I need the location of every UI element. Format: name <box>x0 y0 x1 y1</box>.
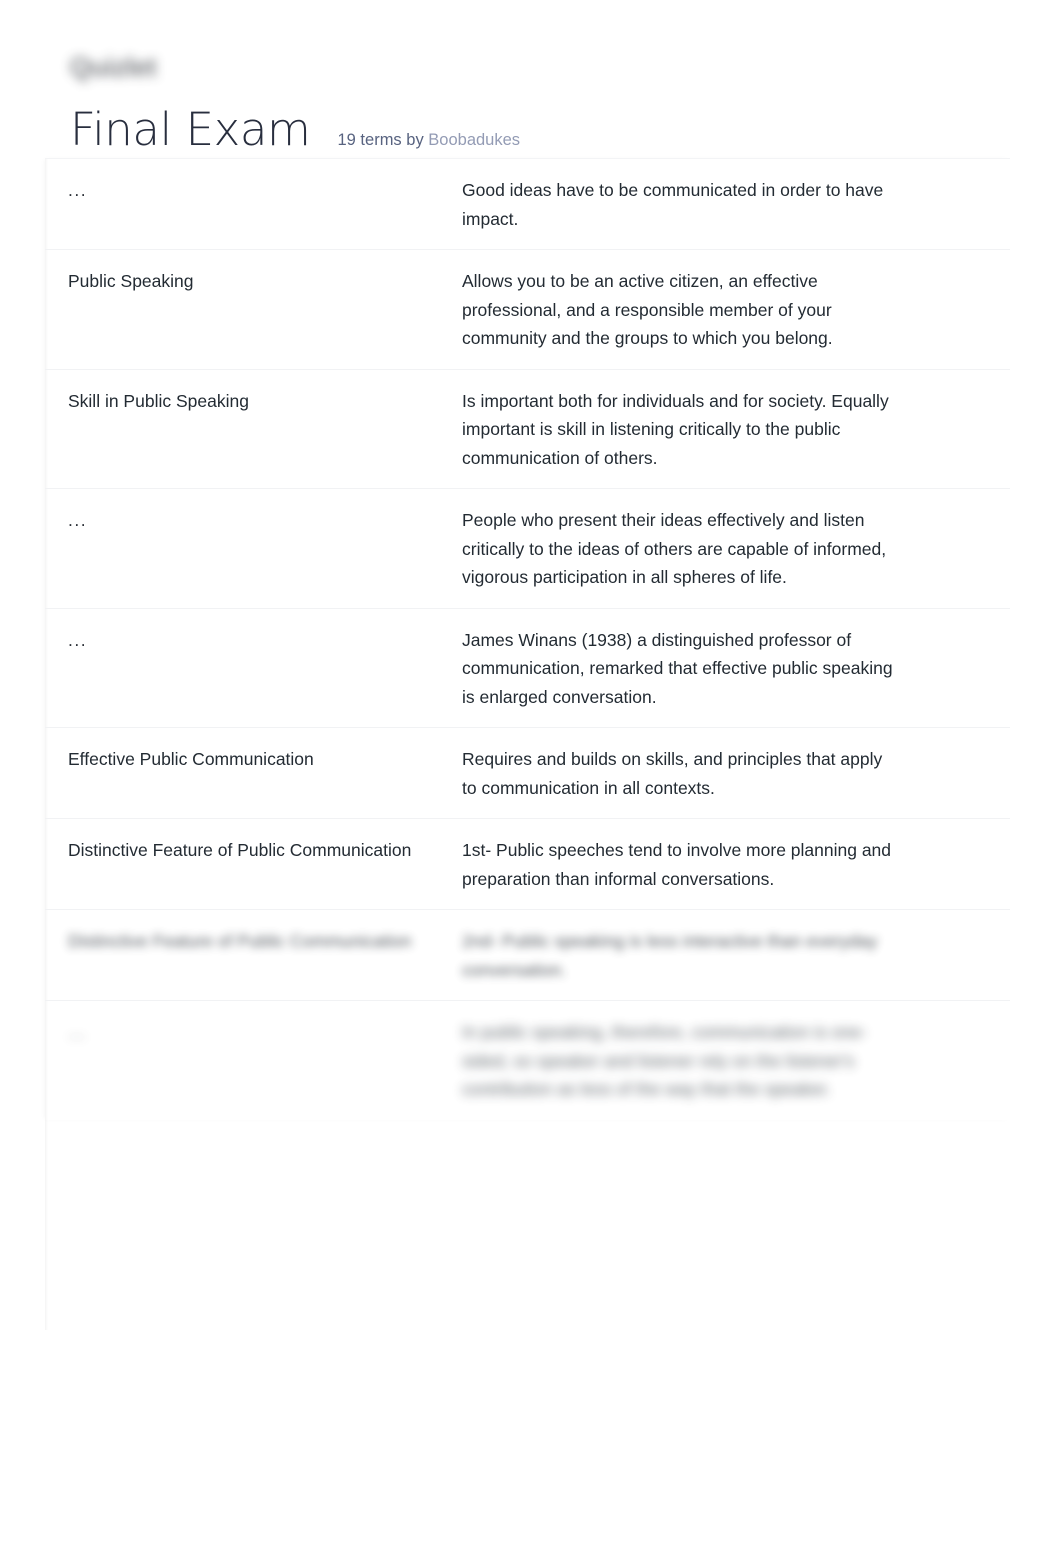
table-row[interactable]: ... People who present their ideas effect… <box>45 488 1010 608</box>
table-row[interactable]: Skill in Public Speaking Is important bot… <box>45 368 1010 489</box>
term-cell: Effective Public Communication <box>68 749 314 769</box>
definition-cell: Allows you to be an active citizen, an e… <box>462 271 833 348</box>
definition-cell: 2nd- Public speaking is less interactive… <box>462 931 878 980</box>
definition-cell: Good ideas have to be communicated in or… <box>462 180 884 229</box>
table-row[interactable]: ... In public speaking, therefore, commun… <box>45 1000 1010 1120</box>
term-cell: ... <box>68 510 88 530</box>
table-row[interactable]: Distinctive Feature of Public Communicat… <box>45 818 1010 909</box>
definition-cell: James Winans (1938) a distinguished prof… <box>462 629 893 707</box>
author-link[interactable]: Boobadukes <box>428 131 520 149</box>
terms-count-label: 19 terms by <box>337 131 424 149</box>
table-row[interactable]: Effective Public Communication Requires a… <box>45 727 1010 818</box>
page-root: Quizlet Final Exam 19 terms by Boobaduke… <box>0 0 1062 1556</box>
page-title: Final Exam <box>70 103 311 156</box>
definition-cell: Requires and builds on skills, and princ… <box>462 749 883 798</box>
term-cell: Skill in Public Speaking <box>68 390 249 411</box>
term-cell: ... <box>68 180 88 200</box>
table-row[interactable]: Distinctive Feature of Public Communicat… <box>45 909 1010 1000</box>
term-cell: ... <box>68 629 88 650</box>
term-cell: ... <box>68 1022 88 1042</box>
table-row[interactable]: ... James Winans (1938) a distinguished p… <box>45 607 1010 728</box>
set-meta: 19 terms by Boobadukes <box>338 129 521 151</box>
table-row[interactable]: ... Good ideas have to be communicated in… <box>45 158 1010 249</box>
definition-cell: In public speaking, therefore, communica… <box>462 1022 867 1099</box>
term-cell: Distinctive Feature of Public Communicat… <box>68 840 412 860</box>
definition-cell: Is important both for individuals and fo… <box>462 390 889 468</box>
term-cell: Public Speaking <box>68 271 194 291</box>
terms-card: ... Good ideas have to be communicated in… <box>45 158 1010 1330</box>
title-row: Final Exam 19 terms by Boobadukes <box>70 104 520 156</box>
table-row[interactable]: Public Speaking Allows you to be an activ… <box>45 249 1010 369</box>
term-cell: Distinctive Feature of Public Communicat… <box>68 931 412 951</box>
quizlet-logo[interactable]: Quizlet <box>53 50 173 84</box>
definition-cell: People who present their ideas effective… <box>462 510 887 587</box>
definition-cell: 1st- Public speeches tend to involve mor… <box>462 840 892 889</box>
